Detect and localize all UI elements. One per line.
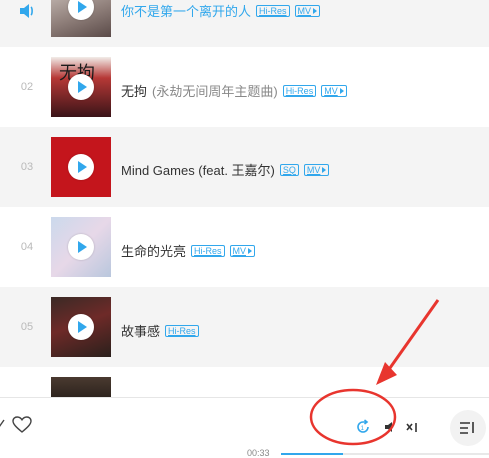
- play-icon[interactable]: [68, 314, 94, 340]
- heart-icon[interactable]: [12, 416, 32, 434]
- track-title[interactable]: Mind Games (feat. 王嘉尔) SQ MV: [121, 160, 330, 179]
- playlist-icon: [460, 422, 474, 434]
- track-title[interactable]: 生命的光亮 Hi-Res MV: [121, 241, 256, 260]
- current-time: 00:33: [247, 448, 270, 458]
- track-subtitle: (永劫无间周年主题曲): [152, 84, 278, 99]
- album-cover[interactable]: [51, 137, 111, 197]
- hires-badge[interactable]: Hi-Res: [256, 4, 290, 17]
- track-title-text: Mind Games (feat. 王嘉尔): [121, 163, 275, 178]
- loop-icon[interactable]: 1: [355, 419, 371, 435]
- track-row[interactable]: 05 故事感 Hi-Res: [0, 287, 489, 367]
- album-cover[interactable]: [51, 217, 111, 277]
- track-row[interactable]: 你不是第一个离开的人 Hi-Res MV: [0, 0, 489, 47]
- track-title-text: 你不是第一个离开的人: [121, 4, 252, 19]
- track-title[interactable]: 无拘 (永劫无间周年主题曲) Hi-Res MV: [121, 81, 347, 100]
- volume-icon[interactable]: [384, 420, 398, 434]
- mv-badge[interactable]: MV: [321, 84, 347, 97]
- track-title-text: 无拘: [121, 84, 148, 99]
- track-number: 05: [20, 321, 34, 333]
- share-icon[interactable]: [0, 418, 8, 432]
- mv-badge[interactable]: MV: [294, 4, 321, 17]
- track-title[interactable]: 故事感 Hi-Res: [121, 321, 199, 340]
- track-row[interactable]: 04 生命的光亮 Hi-Res MV: [0, 207, 489, 287]
- mv-badge[interactable]: MV: [303, 163, 330, 176]
- play-icon[interactable]: [68, 234, 94, 260]
- track-title-text: 生命的光亮: [121, 244, 187, 259]
- album-cover[interactable]: [51, 0, 111, 37]
- track-row[interactable]: 02 无拘 无拘 (永劫无间周年主题曲) Hi-Res MV: [0, 47, 489, 127]
- sq-badge[interactable]: SQ: [279, 163, 299, 176]
- track-number: 04: [20, 241, 34, 253]
- track-row[interactable]: 03 Mind Games (feat. 王嘉尔) SQ MV: [0, 127, 489, 207]
- lyrics-icon[interactable]: [405, 422, 419, 434]
- album-cover[interactable]: [51, 297, 111, 357]
- play-icon[interactable]: [68, 74, 94, 100]
- track-title[interactable]: 你不是第一个离开的人 Hi-Res MV: [121, 1, 321, 20]
- album-cover[interactable]: 无拘: [51, 57, 111, 117]
- speaker-icon: [20, 4, 33, 18]
- player-bar: 1 00:33: [0, 397, 489, 458]
- track-number: 02: [20, 81, 34, 93]
- hires-badge[interactable]: Hi-Res: [191, 244, 225, 257]
- hires-badge[interactable]: Hi-Res: [165, 324, 199, 337]
- play-icon[interactable]: [68, 0, 94, 20]
- playlist-button[interactable]: [450, 410, 486, 446]
- hires-badge[interactable]: Hi-Res: [282, 84, 317, 97]
- track-number: 03: [20, 161, 34, 173]
- play-icon[interactable]: [68, 154, 94, 180]
- album-cover[interactable]: [51, 377, 111, 397]
- track-title-text: 故事感: [121, 324, 161, 339]
- mv-badge[interactable]: MV: [229, 244, 256, 257]
